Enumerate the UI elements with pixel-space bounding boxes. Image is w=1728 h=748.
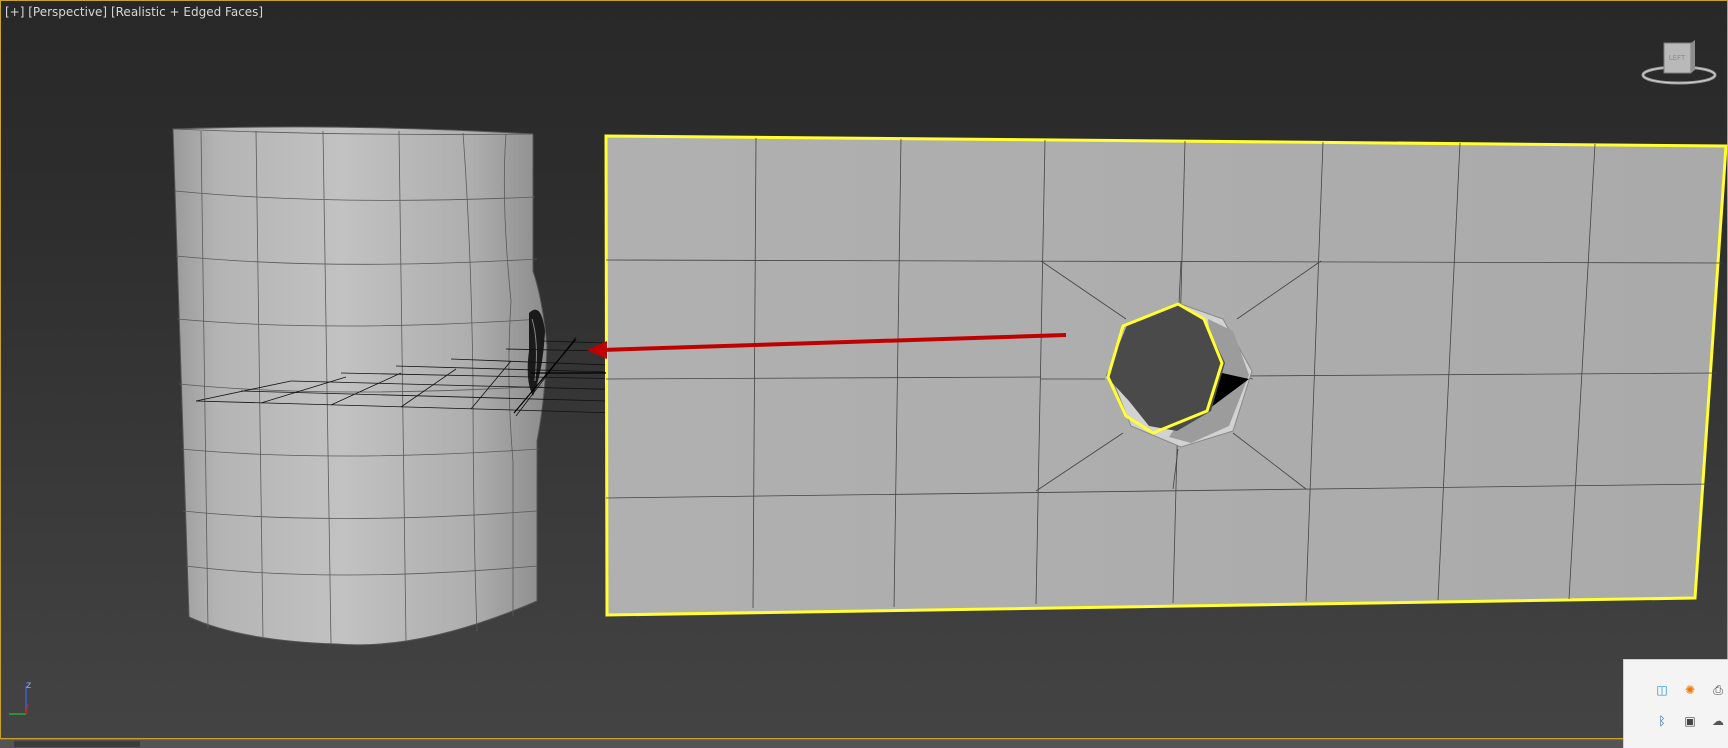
plane-object[interactable]	[604, 134, 1728, 617]
printer-icon[interactable]: ⎙	[1708, 680, 1728, 700]
system-tray-popup: ◫ ✺ ⎙ ᛒ ▣ ☁	[1623, 659, 1728, 748]
device-icon[interactable]: ▣	[1680, 711, 1700, 731]
cloud-icon[interactable]: ☁	[1708, 711, 1728, 731]
z-axis-label: z	[26, 680, 31, 691]
bluetooth-icon[interactable]: ᛒ	[1652, 711, 1672, 731]
scene-canvas[interactable]: z	[1, 1, 1728, 740]
viewport-perspective[interactable]: [+] [Perspective] [Realistic + Edged Fac…	[0, 0, 1728, 739]
status-field	[14, 741, 140, 747]
axis-tripod: z	[9, 680, 31, 715]
viewcube-widget[interactable]: LEFT	[1639, 39, 1719, 89]
viewcube-face-label: LEFT	[1669, 54, 1686, 62]
avast-icon[interactable]: ✺	[1680, 680, 1700, 700]
app-icon[interactable]: ◫	[1652, 680, 1672, 700]
